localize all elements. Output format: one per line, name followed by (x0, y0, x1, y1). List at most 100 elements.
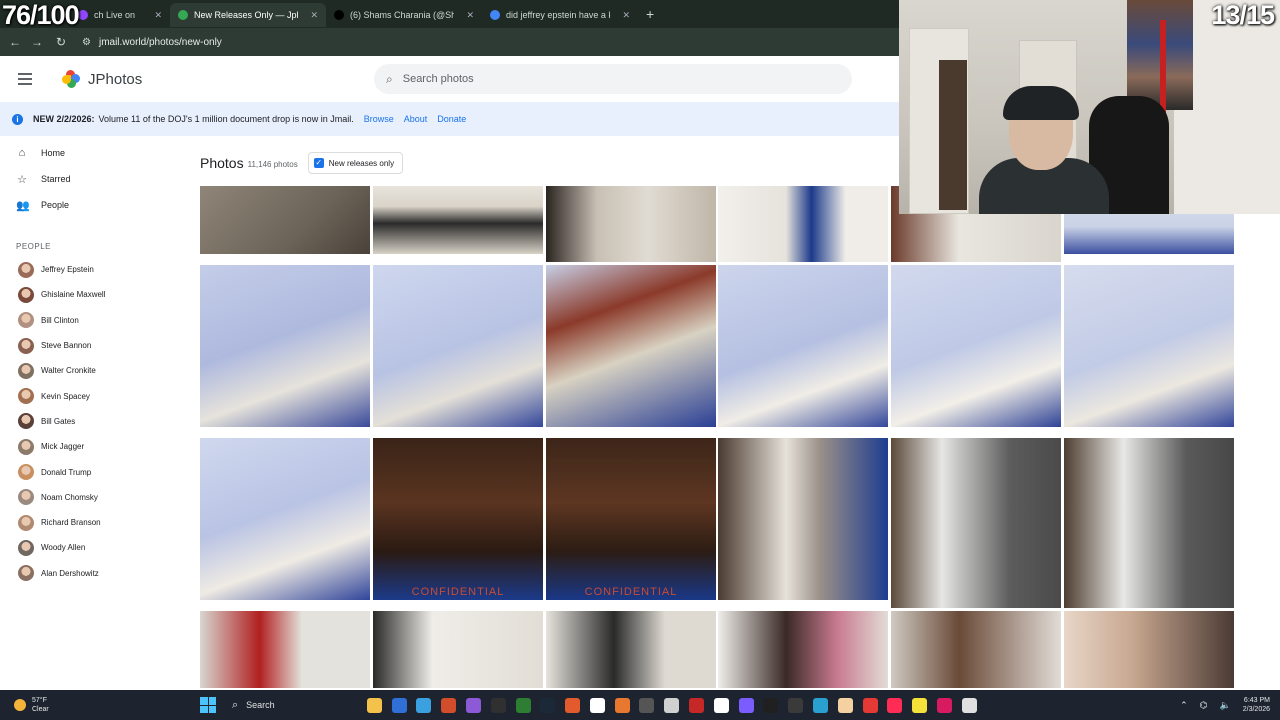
search-icon[interactable]: ⌕ (386, 72, 393, 87)
photo-thumbnail[interactable] (718, 186, 888, 262)
person-item[interactable]: Donald Trump (0, 459, 180, 484)
taskbar-app-icon[interactable] (589, 697, 605, 713)
taskbar-app-icon[interactable] (490, 697, 506, 713)
network-icon[interactable]: ⌬ (1200, 700, 1208, 711)
photo-thumbnail[interactable] (891, 265, 1061, 427)
taskbar-app-icon[interactable] (391, 697, 407, 713)
photo-thumbnail[interactable] (200, 611, 370, 688)
browser-tab[interactable]: New Releases Only — Jphotos ✕ (170, 3, 326, 27)
sidebar-item-starred[interactable]: ☆ Starred (0, 166, 180, 192)
tab-close-icon[interactable]: ✕ (310, 10, 318, 21)
person-name: Ghislaine Maxwell (41, 290, 106, 300)
taskbar-app-icon[interactable] (936, 697, 952, 713)
checkbox-checked-icon[interactable]: ✓ (313, 158, 324, 168)
taskbar-search[interactable]: ⌕ Search (226, 694, 362, 716)
photo-thumbnail[interactable] (1064, 265, 1234, 427)
person-item[interactable]: Alan Dershowitz (0, 561, 180, 586)
photo-thumbnail[interactable] (718, 438, 888, 600)
photo-thumbnail[interactable] (546, 186, 716, 262)
tab-close-icon[interactable]: ✕ (622, 10, 630, 21)
browser-tab[interactable]: did jeffrey epstein have a kid - ✕ (482, 3, 638, 27)
photo-thumbnail[interactable] (718, 265, 888, 427)
taskbar-app-icon[interactable] (763, 697, 779, 713)
person-item[interactable]: Walter Cronkite (0, 358, 180, 383)
taskbar-app-icon[interactable] (812, 697, 828, 713)
browser-tab[interactable]: ch Live on ✕ (70, 3, 170, 27)
taskbar-app-icon[interactable] (689, 697, 705, 713)
url-field[interactable]: ⚙ jmail.world/photos/new-only (82, 37, 222, 48)
person-item[interactable]: Woody Allen (0, 535, 180, 560)
browser-tab[interactable]: (6) Shams Charania (@ShamsC ✕ (326, 3, 482, 27)
taskbar-app-icon[interactable] (515, 697, 531, 713)
photo-thumbnail[interactable] (200, 438, 370, 600)
person-item[interactable]: Ghislaine Maxwell (0, 282, 180, 307)
taskbar-app-icon[interactable] (912, 697, 928, 713)
new-releases-filter[interactable]: ✓ New releases only (307, 152, 404, 174)
site-settings-icon[interactable]: ⚙ (82, 37, 91, 48)
tab-close-icon[interactable]: ✕ (466, 10, 474, 21)
taskbar-app-icon[interactable] (466, 697, 482, 713)
photo-thumbnail[interactable] (891, 611, 1061, 688)
taskbar-app-icon[interactable] (565, 697, 581, 713)
avatar (18, 514, 34, 531)
search-input[interactable]: Search photos (403, 73, 474, 85)
tab-close-icon[interactable]: ✕ (154, 10, 162, 21)
taskbar-app-icon[interactable] (416, 697, 432, 713)
photo-thumbnail[interactable] (373, 186, 543, 254)
weather-widget[interactable]: 57°F Clear (0, 696, 200, 714)
photo-thumbnail[interactable] (200, 186, 370, 254)
taskbar-app-icon[interactable] (441, 697, 457, 713)
person-item[interactable]: Mick Jagger (0, 434, 180, 459)
banner-link-about[interactable]: About (404, 114, 428, 124)
person-item[interactable]: Jeffrey Epstein (0, 257, 180, 282)
taskbar-app-icon[interactable] (738, 697, 754, 713)
person-item[interactable]: Kevin Spacey (0, 383, 180, 408)
taskbar-app-icon[interactable] (366, 697, 382, 713)
taskbar-app-icon[interactable] (862, 697, 878, 713)
person-item[interactable]: Bill Clinton (0, 308, 180, 333)
photo-thumbnail[interactable] (546, 265, 716, 427)
taskbar-app-icon[interactable] (664, 697, 680, 713)
taskbar-app-icon[interactable] (713, 697, 729, 713)
photo-thumbnail[interactable] (718, 611, 888, 688)
photo-thumbnail[interactable] (891, 438, 1061, 608)
photo-thumbnail[interactable] (373, 611, 543, 688)
person-name: Mick Jagger (41, 442, 85, 452)
photo-thumbnail[interactable] (1064, 611, 1234, 688)
taskbar-app-icon[interactable] (837, 697, 853, 713)
search-bar[interactable]: ⌕ Search photos (374, 64, 852, 94)
person-item[interactable]: Bill Gates (0, 409, 180, 434)
banner-link-browse[interactable]: Browse (364, 114, 394, 124)
webcam-headset (1003, 86, 1079, 120)
taskbar-app-icon[interactable] (540, 697, 556, 713)
person-item[interactable]: Noam Chomsky (0, 485, 180, 510)
reload-icon[interactable]: ↻ (54, 35, 68, 49)
menu-icon[interactable] (18, 73, 32, 85)
taskbar-app-icon[interactable] (961, 697, 977, 713)
photo-thumbnail[interactable] (200, 265, 370, 427)
photo-thumbnail[interactable] (546, 611, 716, 688)
forward-icon[interactable]: → (30, 35, 44, 49)
windows-start-icon[interactable] (200, 697, 216, 713)
photo-thumbnail[interactable]: CONFIDENTIAL (373, 438, 543, 600)
person-item[interactable]: Richard Branson (0, 510, 180, 535)
person-item[interactable]: Steve Bannon (0, 333, 180, 358)
taskbar-app-icon[interactable] (614, 697, 630, 713)
speaker-icon[interactable]: 🔈 (1220, 700, 1231, 711)
photo-thumbnail[interactable]: CONFIDENTIAL (546, 438, 716, 600)
photo-thumbnail[interactable] (1064, 438, 1234, 608)
jphotos-logo-icon[interactable] (62, 70, 80, 88)
taskbar-app-icon[interactable] (639, 697, 655, 713)
webcam-shelf (939, 60, 967, 210)
banner-link-donate[interactable]: Donate (437, 114, 466, 124)
sidebar-item-home[interactable]: ⌂ Home (0, 140, 180, 166)
photo-thumbnail[interactable] (373, 265, 543, 427)
new-tab-button[interactable]: + (646, 6, 654, 22)
clock[interactable]: 6:43 PM 2/3/2026 (1243, 696, 1270, 714)
taskbar-app-icon[interactable] (788, 697, 804, 713)
app-title[interactable]: JPhotos (88, 71, 142, 88)
tray-chevron-icon[interactable]: ⌃ (1180, 700, 1188, 711)
sidebar-item-people[interactable]: 👥 People (0, 192, 180, 218)
back-icon[interactable]: ← (8, 35, 22, 49)
taskbar-app-icon[interactable] (887, 697, 903, 713)
